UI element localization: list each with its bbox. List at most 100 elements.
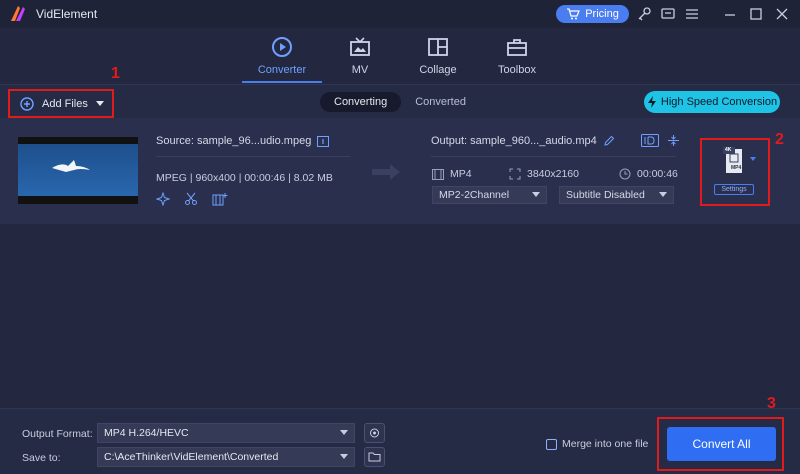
divider [431,156,676,157]
annotation-2: 2 [775,131,784,148]
divider [156,156,350,157]
add-icon [20,96,34,111]
output-format-meta: MP4 [432,168,472,180]
high-speed-label: High Speed Conversion [660,96,778,108]
save-to-select[interactable]: C:\AceThinker\VidElement\Converted [97,447,355,467]
tab-collage[interactable]: Collage [398,36,478,76]
subtab-converting[interactable]: Converting [320,92,402,112]
pricing-label: Pricing [585,8,619,20]
cart-icon [567,8,581,20]
output-side-icons [641,134,680,147]
arrow-right-icon [372,164,400,180]
tab-label: Collage [419,64,457,76]
audio-track-value: MP2-2Channel [439,189,510,201]
output-duration: 00:00:46 [637,168,678,180]
merge-option[interactable]: Merge into one file [546,438,648,450]
lightning-icon [647,96,656,108]
output-format-value: MP4 H.264/HEVC [104,427,189,439]
source-resolution: 960x400 [195,172,236,184]
minimize-icon[interactable] [722,6,738,22]
collage-icon [428,38,448,56]
subtitle-value: Subtitle Disabled [566,189,645,201]
open-folder-button[interactable] [364,447,385,467]
close-icon[interactable] [774,6,790,22]
info-icon[interactable] [317,135,330,147]
output-name-text: Output: sample_960..._audio.mp4 [431,135,597,147]
output-format: MP4 [450,168,472,180]
scissors-icon[interactable] [184,192,198,206]
feedback-icon[interactable] [660,6,676,22]
format-badge-top: 4K [725,147,732,153]
add-files-button[interactable]: Add Files [8,89,114,118]
source-name-text: Source: sample_96...udio.mpeg [156,135,312,147]
thumbnail-image [18,144,138,196]
caret-down-icon [532,192,540,197]
app-title: VidElement [36,7,98,21]
merge-checkbox[interactable] [546,438,557,450]
tv-icon [350,37,370,56]
source-tools [156,192,228,206]
format-settings-button[interactable]: Settings [714,184,754,195]
toolbar: Add Files Converting Converted High Spee… [0,84,800,118]
title-bar: VidElement Pricing [0,0,800,28]
edit-video-icon[interactable] [212,192,228,206]
mp4-format-icon[interactable] [712,143,760,177]
source-format: MPEG [156,172,187,184]
pencil-icon[interactable] [603,135,615,147]
output-format-select[interactable]: MP4 H.264/HEVC [97,423,355,443]
subtabs: Converting Converted [320,92,480,112]
format-preset-button[interactable] [364,423,385,443]
compress-icon[interactable] [667,134,680,147]
subtab-converted[interactable]: Converted [401,92,480,112]
output-resolution-meta: 3840x2160 [509,168,579,180]
subtitle-select[interactable]: Subtitle Disabled [559,186,674,204]
app-logo-icon [11,6,25,21]
pricing-button[interactable]: Pricing [556,5,629,23]
output-duration-meta: 00:00:46 [619,168,678,180]
annotation-3: 3 [767,395,776,412]
tab-mv[interactable]: MV [320,36,400,76]
tab-label: MV [351,64,369,76]
clock-icon [619,168,631,180]
film-icon [432,168,444,180]
audio-track-select[interactable]: MP2-2Channel [432,186,547,204]
caret-down-icon [340,454,348,459]
id3-icon[interactable] [641,134,659,147]
format-badge: MP4 [731,165,742,171]
caret-down-icon [340,430,348,435]
output-format-label: Output Format: [22,428,93,440]
add-files-label: Add Files [42,97,88,110]
bottom-bar: Output Format: MP4 H.264/HEVC Save to: C… [0,408,800,474]
source-duration: 00:00:46 [244,172,286,184]
bird-icon [52,160,90,172]
save-to-label: Save to: [22,452,61,464]
folder-icon [368,452,381,462]
tab-converter[interactable]: Converter [242,36,322,76]
source-size: 8.02 MB [293,172,333,184]
menu-icon[interactable] [684,6,700,22]
tab-toolbox[interactable]: Toolbox [477,36,557,76]
save-to-value: C:\AceThinker\VidElement\Converted [104,451,279,463]
source-name: Source: sample_96...udio.mpeg [156,135,330,147]
caret-down-icon [659,192,667,197]
output-resolution: 3840x2160 [527,168,579,180]
main-nav: Converter MV Collage Toolbox [0,28,800,84]
chevron-down-icon[interactable] [95,100,104,107]
video-thumbnail[interactable] [18,137,138,204]
output-name: Output: sample_960..._audio.mp4 [431,135,615,147]
merge-label: Merge into one file [562,438,649,450]
tab-label: Toolbox [498,64,536,76]
key-icon[interactable] [636,6,652,22]
annotation-1: 1 [111,65,120,82]
toolbox-icon [507,39,527,56]
file-row: Source: sample_96...udio.mpeg MPEG | 960… [0,118,800,224]
active-tab-indicator [242,81,322,83]
tab-label: Converter [257,64,307,76]
converter-icon [272,37,292,57]
expand-icon [509,168,521,180]
convert-all-button[interactable]: Convert All [667,427,776,461]
high-speed-conversion-button[interactable]: High Speed Conversion [644,91,780,113]
enhance-icon[interactable] [156,192,170,206]
settings-icon [370,428,379,438]
maximize-icon[interactable] [748,6,764,22]
